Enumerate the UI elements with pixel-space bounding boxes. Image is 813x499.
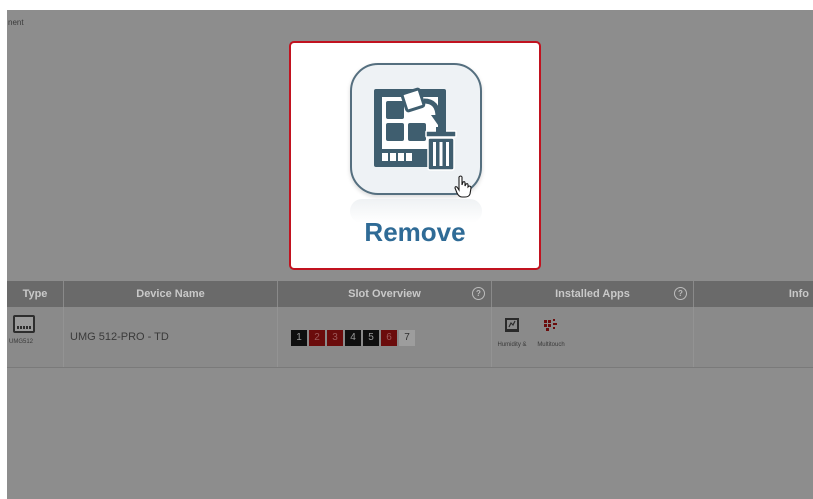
device-type-label: UMG512 [9, 339, 34, 345]
slot-7[interactable]: 7 [399, 330, 415, 346]
remove-label[interactable]: Remove [291, 217, 539, 248]
page-title-fragment: nent [8, 18, 24, 27]
table-row[interactable]: UMG512 UMG 512-PRO - TD 1 2 3 4 5 6 7 Hu… [7, 307, 813, 368]
slot-overview: 1 2 3 4 5 6 7 [291, 330, 415, 346]
installed-app-humidity[interactable]: Humidity & [495, 317, 529, 348]
slot-6[interactable]: 6 [381, 330, 397, 346]
window-top-edge [0, 0, 813, 10]
slot-4[interactable]: 4 [345, 330, 361, 346]
device-name[interactable]: UMG 512-PRO - TD [70, 331, 169, 343]
slot-1[interactable]: 1 [291, 330, 307, 346]
device-type-icon [13, 315, 35, 333]
column-header-installed-apps[interactable]: Installed Apps ? [492, 281, 694, 307]
slot-overview-help-icon[interactable]: ? [472, 287, 485, 300]
humidity-app-icon [505, 318, 519, 332]
remove-module-icon [374, 87, 457, 171]
column-divider [63, 307, 64, 367]
hand-cursor-icon [454, 175, 472, 198]
installed-app-label: Humidity & [497, 342, 527, 348]
table-header: Type Device Name Slot Overview ? Install… [7, 281, 813, 307]
column-header-slot-overview[interactable]: Slot Overview ? [278, 281, 492, 307]
installed-app-label: Multitouch [537, 342, 565, 348]
column-divider [491, 307, 492, 367]
window-left-edge [0, 0, 7, 499]
installed-app-multitouch[interactable]: Multitouch [534, 317, 568, 348]
column-divider [277, 307, 278, 367]
column-header-info[interactable]: Info [694, 281, 813, 307]
remove-drop-zone[interactable]: Remove [289, 41, 541, 270]
multitouch-app-icon [544, 319, 557, 331]
column-header-device-name[interactable]: Device Name [64, 281, 278, 307]
column-header-type[interactable]: Type [7, 281, 64, 307]
slot-3[interactable]: 3 [327, 330, 343, 346]
column-divider [693, 307, 694, 367]
installed-apps-help-icon[interactable]: ? [674, 287, 687, 300]
slot-2[interactable]: 2 [309, 330, 325, 346]
slot-5[interactable]: 5 [363, 330, 379, 346]
